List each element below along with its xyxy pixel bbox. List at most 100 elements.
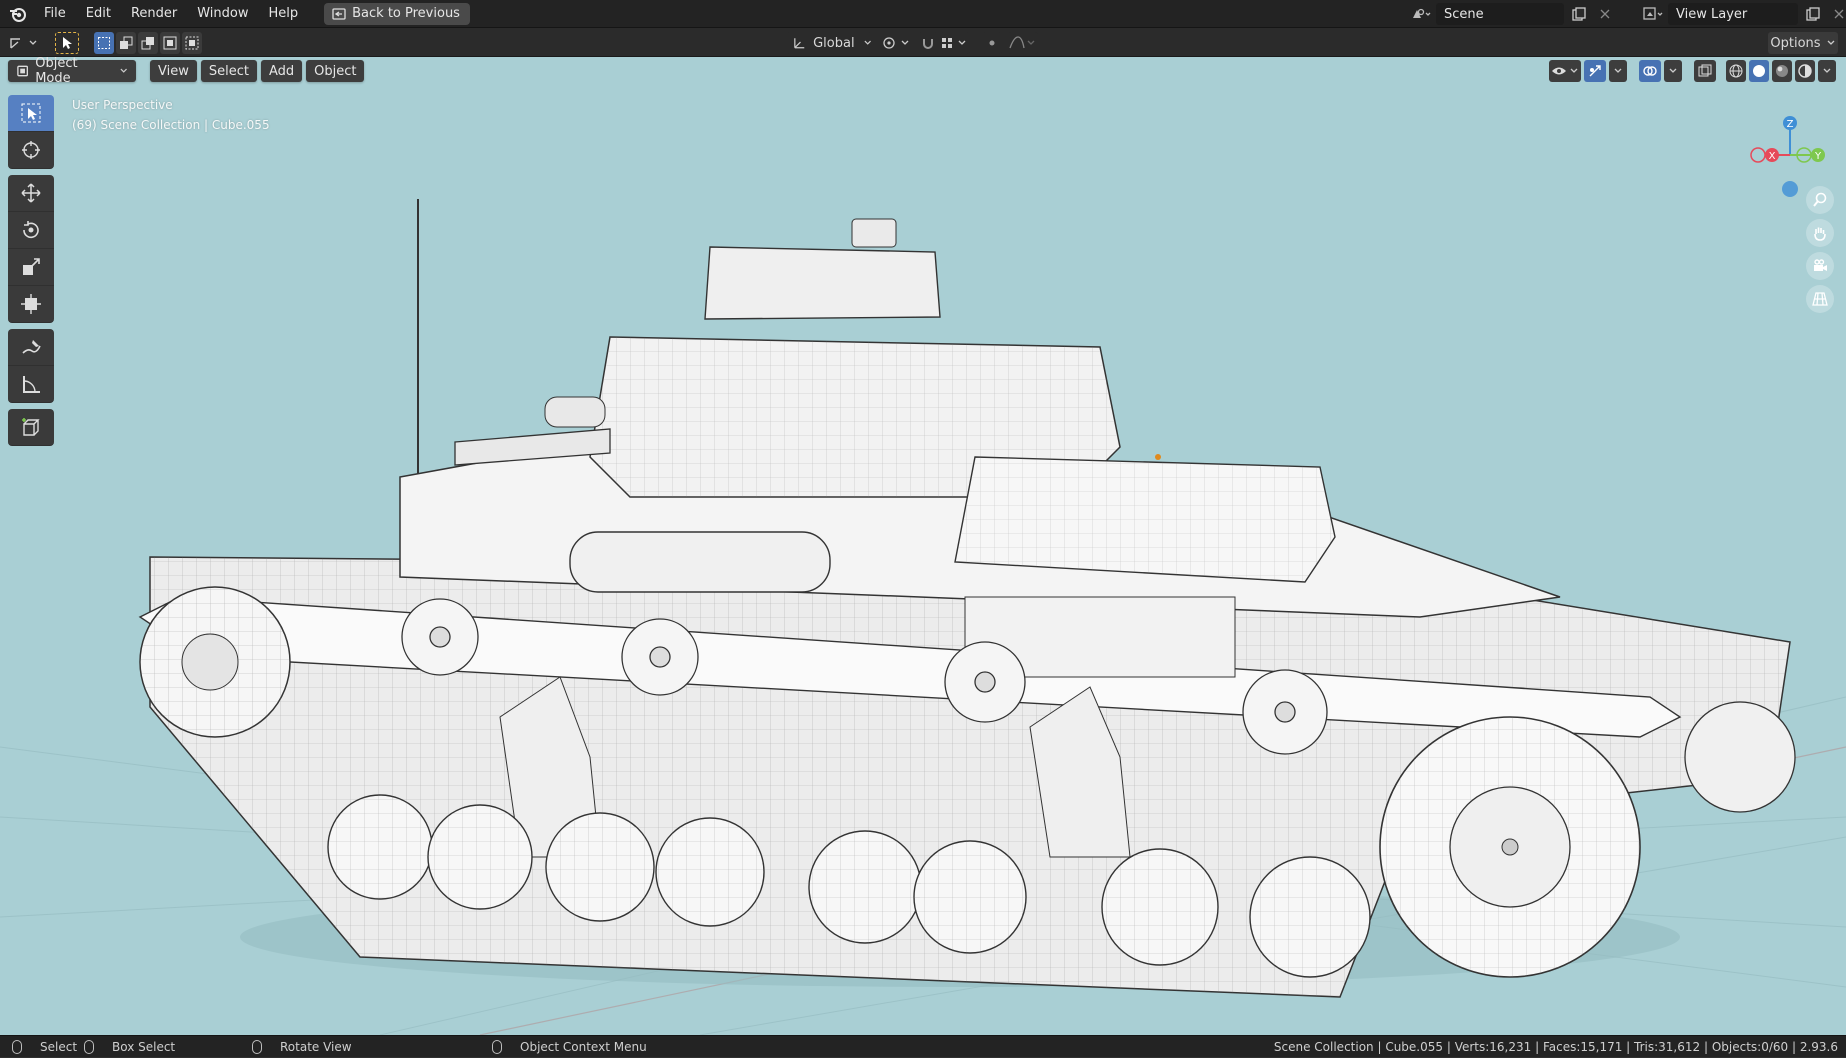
mode-subtract-button[interactable]: [138, 32, 158, 54]
gizmo-neg-z: [1782, 181, 1798, 197]
projection-toggle-button[interactable]: [1806, 285, 1834, 313]
shading-material-button[interactable]: [1772, 60, 1792, 82]
3d-viewport-icon: [10, 38, 37, 49]
mouse-drag-icon: [84, 1040, 94, 1054]
gizmo-z-label[interactable]: Z: [1787, 119, 1794, 130]
back-to-previous-button[interactable]: Back to Previous: [324, 2, 470, 25]
gizmo-x-label[interactable]: X: [1769, 151, 1776, 162]
add-cube-icon: [22, 418, 40, 436]
transform-orientation-dropdown[interactable]: Global: [786, 32, 872, 54]
select-new-icon: [98, 37, 110, 49]
menu-window[interactable]: Window: [187, 0, 258, 28]
pan-button[interactable]: [1806, 219, 1834, 247]
object-visibility-dropdown[interactable]: [1549, 60, 1581, 82]
chevron-down-icon: [120, 68, 127, 73]
add-menu[interactable]: Add: [260, 60, 303, 82]
scene-name-field[interactable]: Scene: [1436, 3, 1564, 25]
material-sphere-icon: [1776, 65, 1788, 77]
scene-type-dropdown[interactable]: [1410, 3, 1432, 25]
snap-toggle[interactable]: [918, 32, 938, 54]
camera-view-button[interactable]: [1806, 252, 1834, 280]
mode-intersect-button[interactable]: [182, 32, 202, 54]
selection-mode-group: [94, 32, 202, 54]
select-menu[interactable]: Select: [200, 60, 257, 82]
tool-scale[interactable]: [8, 249, 54, 286]
status-rotate-hint: Rotate View: [252, 1036, 352, 1058]
shading-wireframe-button[interactable]: [1726, 60, 1746, 82]
zoom-button[interactable]: [1806, 186, 1834, 214]
select-cursor-icon: [63, 37, 72, 49]
show-overlays-toggle[interactable]: [1639, 60, 1661, 82]
new-scene-button[interactable]: [1568, 3, 1590, 25]
shading-dropdown[interactable]: [1818, 60, 1836, 82]
gizmo-dropdown[interactable]: [1609, 60, 1627, 82]
status-box-select-label: Box Select: [112, 1040, 176, 1054]
snap-group: [918, 32, 970, 54]
snap-target-dropdown[interactable]: [940, 32, 970, 54]
scene-icon: [1413, 8, 1431, 18]
tool-add-cube[interactable]: [8, 409, 54, 446]
tool-cursor[interactable]: [8, 132, 54, 169]
cursor-icon: [22, 141, 40, 159]
gizmo-neg-x: [1750, 147, 1766, 163]
pivot-point-dropdown[interactable]: [880, 32, 912, 54]
mode-set-new-button[interactable]: [94, 32, 114, 54]
measure-icon: [23, 376, 40, 393]
tool-select-box[interactable]: [8, 95, 54, 132]
proportional-editing-toggle[interactable]: [982, 32, 1002, 54]
select-subtract-icon: [141, 37, 154, 50]
select-intersect-icon: [185, 36, 199, 50]
view-menu[interactable]: View: [150, 60, 197, 82]
new-view-layer-button[interactable]: [1802, 3, 1824, 25]
shading-solid-button[interactable]: [1749, 60, 1769, 82]
select-menu-label: Select: [208, 63, 249, 79]
xray-toggle[interactable]: [1694, 60, 1716, 82]
options-dropdown[interactable]: Options: [1768, 32, 1838, 54]
object-menu-label: Object: [314, 63, 357, 79]
object-menu[interactable]: Object: [306, 60, 365, 82]
view-layer-name-label: View Layer: [1676, 6, 1748, 22]
tool-measure[interactable]: [8, 366, 54, 403]
orientation-axis-icon: [794, 38, 805, 49]
menu-help[interactable]: Help: [259, 0, 309, 28]
select-difference-icon: [163, 36, 177, 50]
move-icon: [21, 183, 41, 203]
3d-viewport[interactable]: Object Mode View Select Add Object User …: [0, 57, 1846, 1035]
transform-icon: [21, 294, 41, 314]
object-mode-dropdown[interactable]: Object Mode: [8, 57, 136, 86]
tool-annotate[interactable]: [8, 329, 54, 366]
remove-view-layer-button[interactable]: [1828, 3, 1846, 25]
chevron-down-icon: [1614, 68, 1622, 73]
active-tool-button[interactable]: [55, 32, 79, 54]
tool-transform[interactable]: [8, 286, 54, 323]
wireframe-sphere-icon: [1729, 64, 1743, 78]
blender-logo-icon[interactable]: [8, 4, 28, 24]
gizmo-y-label[interactable]: Y: [1814, 151, 1822, 162]
snap-grid-icon: [942, 38, 966, 48]
status-select-label: Select: [40, 1040, 78, 1054]
mode-difference-button[interactable]: [160, 32, 180, 54]
remove-scene-button[interactable]: [1594, 3, 1616, 25]
chevron-down-icon: [864, 40, 871, 45]
view-layer-name-field[interactable]: View Layer: [1668, 3, 1798, 25]
menu-render[interactable]: Render: [121, 0, 187, 28]
tool-move[interactable]: [8, 175, 54, 212]
shading-rendered-button[interactable]: [1795, 60, 1815, 82]
pivot-point-icon: [883, 37, 909, 49]
show-gizmo-toggle[interactable]: [1584, 60, 1606, 82]
menu-file[interactable]: File: [34, 0, 76, 28]
tank-3d-model[interactable]: [0, 57, 1846, 1035]
viewport-header-right: [1549, 60, 1836, 82]
tool-rotate[interactable]: [8, 212, 54, 249]
eye-icon: [1552, 67, 1578, 75]
overlays-dropdown[interactable]: [1664, 60, 1682, 82]
menu-edit[interactable]: Edit: [76, 0, 121, 28]
falloff-dropdown[interactable]: [1008, 32, 1038, 54]
editor-type-dropdown[interactable]: [8, 32, 42, 54]
proportional-edit-icon: [989, 40, 995, 46]
view-layer-type-dropdown[interactable]: [1642, 3, 1664, 25]
overlays-icon: [1643, 66, 1657, 76]
object-mode-icon: [17, 65, 28, 77]
mode-extend-button[interactable]: [116, 32, 136, 54]
status-box-select-hint: Box Select: [84, 1036, 175, 1058]
